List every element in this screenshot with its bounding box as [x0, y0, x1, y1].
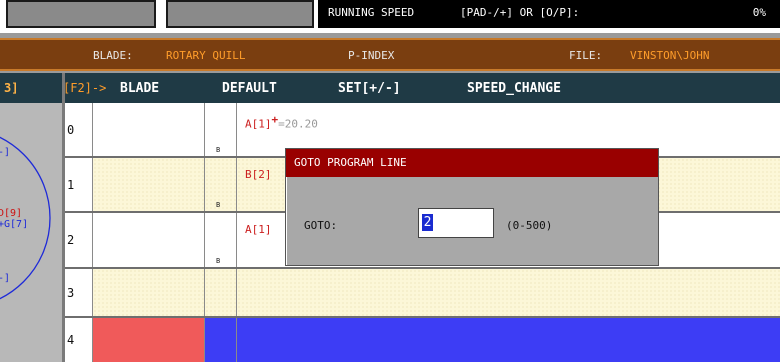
- instr-main: B[2]: [245, 168, 272, 181]
- speed-value: 0%: [752, 6, 766, 19]
- goto-label: GOTO:: [304, 219, 338, 232]
- row-cell-a[interactable]: [93, 103, 205, 156]
- row-instruction-cell[interactable]: [237, 269, 780, 316]
- blade-circle-icon: [0, 136, 51, 300]
- left-panel-tab-label: 3]: [4, 81, 19, 95]
- running-speed-bar: RUNNING SPEED [PAD-/+] OR [O/P]: 0%: [318, 0, 780, 28]
- program-row-selected[interactable]: 4: [65, 318, 780, 362]
- row-instruction: A[1]+=20.20: [245, 113, 318, 131]
- header-default[interactable]: DEFAULT: [222, 81, 277, 96]
- header-speed-change[interactable]: SPEED_CHANGE: [467, 81, 561, 96]
- row-flag: B: [216, 257, 221, 265]
- left-panel-label-d9: D[9]: [0, 208, 23, 219]
- dialog-title-bar[interactable]: GOTO PROGRAM LINE: [286, 149, 658, 177]
- row-instruction-cell-highlight[interactable]: [237, 318, 780, 362]
- row-number: 3: [67, 285, 75, 300]
- instr-main: A[1]: [245, 223, 272, 236]
- row-cell-a[interactable]: [93, 213, 205, 267]
- program-row[interactable]: 3: [65, 269, 780, 318]
- f2-hint: [F2]->: [63, 81, 107, 95]
- instr-main: A[1]: [245, 117, 272, 131]
- row-cell-a[interactable]: [93, 269, 205, 316]
- function-key-header: [F2]-> BLADE DEFAULT SET[+/-] SPEED_CHAN…: [63, 73, 780, 103]
- blade-diagram-panel: -] D[9] +G[7] -]: [0, 103, 62, 362]
- row-instruction: A[1]: [245, 223, 272, 236]
- pindex-label: P-INDEX: [348, 49, 395, 62]
- row-instruction: B[2]: [245, 168, 272, 181]
- top-button-1[interactable]: [6, 0, 156, 28]
- left-panel-label-4: -]: [0, 273, 11, 284]
- row-cell-a[interactable]: [93, 158, 205, 211]
- goto-input-selection: 2: [422, 214, 433, 231]
- instr-rest: =20.20: [278, 117, 318, 131]
- row-number-cell: 0: [65, 103, 93, 156]
- row-flag-cell: B: [205, 103, 237, 156]
- row-number-cell: 1: [65, 158, 93, 211]
- left-panel-tab[interactable]: 3]: [0, 73, 62, 103]
- row-flag: B: [216, 146, 221, 154]
- row-number: 2: [67, 233, 75, 247]
- goto-range-hint: (0-500): [506, 219, 553, 232]
- left-panel-label-g7: +G[7]: [0, 219, 29, 230]
- row-flag-cell: [205, 269, 237, 316]
- file-label: FILE:: [569, 49, 603, 62]
- row-flag: B: [216, 201, 221, 209]
- running-speed-label: RUNNING SPEED: [328, 6, 415, 19]
- speed-hint: [PAD-/+] OR [O/P]:: [460, 6, 580, 19]
- row-flag-cell: B: [205, 158, 237, 211]
- row-number-cell: 4: [65, 318, 93, 362]
- header-set[interactable]: SET[+/-]: [338, 81, 401, 96]
- row-number: 1: [67, 177, 75, 192]
- file-value: VINSTON\JOHN: [630, 49, 710, 62]
- row-number-cell: 2: [65, 213, 93, 267]
- row-number: 4: [67, 333, 75, 347]
- row-number-cell: 3: [65, 269, 93, 316]
- row-cell-a-highlight[interactable]: [93, 318, 205, 362]
- blade-value: ROTARY QUILL: [166, 49, 246, 62]
- left-panel-label-1: -]: [0, 147, 11, 158]
- dialog-title: GOTO PROGRAM LINE: [294, 156, 407, 169]
- info-bar: BLADE: ROTARY QUILL P-INDEX FILE: VINSTO…: [0, 38, 780, 71]
- header-blade[interactable]: BLADE: [120, 81, 159, 96]
- row-flag-cell: [205, 318, 237, 362]
- top-button-2[interactable]: [166, 0, 314, 28]
- blade-label: BLADE:: [93, 49, 133, 62]
- row-flag-cell: B: [205, 213, 237, 267]
- row-number: 0: [67, 122, 75, 137]
- goto-dialog: GOTO PROGRAM LINE GOTO: 2 (0-500): [285, 148, 659, 266]
